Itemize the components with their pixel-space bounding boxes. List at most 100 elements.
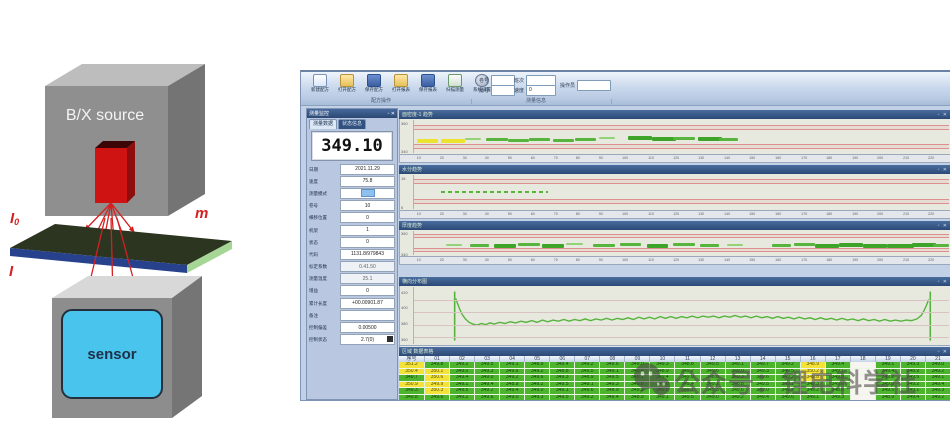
table-cell: 349.1	[801, 395, 826, 401]
charts-column: 面密度-1 趋势 ▫ ✕ 360340 10203040506070809010…	[399, 110, 950, 356]
table-header-controls[interactable]: ▫ ✕	[938, 349, 948, 355]
parameter-row: 测量温度25.1	[309, 273, 395, 285]
x-axis-tick-label: 20	[440, 212, 444, 217]
chart-plot-area[interactable]: 360340	[399, 230, 950, 257]
limit-line	[414, 199, 949, 200]
chart-plot-area[interactable]: 360340	[399, 119, 950, 155]
ok-data-dash	[518, 243, 539, 246]
parameter-value-field[interactable]	[340, 310, 395, 321]
table-cell: 349.2	[575, 395, 600, 401]
table-cell: 349.6	[525, 375, 550, 382]
chart-panel-thickness: 厚度趋势 ▫ ✕ 360340 102030405060708090100110…	[399, 221, 950, 265]
parameter-value-field[interactable]: 0.41.50	[340, 261, 395, 272]
chart-title: 厚度趋势	[402, 222, 422, 229]
x-axis-tick-label: 50	[508, 212, 512, 217]
emitter	[95, 141, 135, 203]
limit-line	[414, 179, 949, 180]
chart-header-controls[interactable]: ▫ ✕	[938, 167, 948, 173]
y-axis-label: 15	[401, 177, 405, 182]
parameter-value-field[interactable]: 25.1	[340, 273, 395, 284]
parameter-row: 控制状态2.7(0)	[309, 334, 395, 346]
x-axis-tick-label: 10	[417, 212, 421, 217]
parameter-value-field[interactable]: 0	[340, 285, 395, 296]
toolbar-button[interactable]: 打开配方	[334, 73, 360, 97]
table-cell: 349.2	[625, 388, 650, 395]
x-axis-tick-label: 10	[417, 156, 421, 161]
table-cell: 349.2	[876, 375, 901, 382]
table-cell: 348.9	[625, 395, 650, 401]
x-axis-tick-label: 210	[903, 156, 909, 161]
x-axis-tick-label: 210	[903, 212, 909, 217]
table-cell: 348.9	[500, 382, 525, 389]
y-axis-label: 420	[401, 291, 408, 296]
roll-number-input[interactable]	[491, 75, 515, 86]
chart-header-controls[interactable]: ▫ ✕	[938, 279, 948, 285]
parameter-value-field[interactable]: 1131.8/979843	[340, 249, 395, 260]
zone-data-table[interactable]: 序号01020304050607080910111213141516171819…	[399, 356, 950, 401]
table-cell: 349.0	[525, 388, 550, 395]
y-axis-label: 360	[401, 338, 408, 343]
chart-header-controls[interactable]: ▫ ✕	[938, 112, 948, 118]
table-cell: 349.4	[625, 369, 650, 376]
operator-input[interactable]	[577, 80, 611, 91]
x-axis-tick-label: 100	[622, 156, 628, 161]
table-cell: 349.4	[600, 395, 625, 401]
batch-number-input[interactable]	[491, 85, 515, 96]
table-cell: 348.8	[826, 388, 851, 395]
toolbar-button[interactable]: 保存配方	[361, 73, 387, 97]
x-axis-tick-label: 10	[417, 258, 421, 263]
x-axis-tick-label: 30	[462, 156, 466, 161]
table-header: 区域 数据表格 ▫ ✕	[399, 347, 950, 356]
speed-input[interactable]	[526, 85, 556, 96]
chart-title: 水分趋势	[402, 166, 422, 173]
disk-icon	[367, 74, 381, 87]
y-axis-label: 5	[401, 206, 403, 211]
parameter-value-field[interactable]	[340, 188, 395, 199]
table-cell: 349.4	[450, 375, 475, 382]
table-cell: 349.8	[399, 395, 425, 401]
table-cell: 349.5	[550, 382, 575, 389]
x-axis-tick-label: 220	[929, 212, 935, 217]
toolbar-button[interactable]: 扫描测量	[442, 73, 468, 97]
table-cell: 349.0	[826, 375, 851, 382]
parameter-label: 日期	[309, 166, 337, 172]
table-cell: 350.1	[425, 369, 450, 376]
panel-controls[interactable]: ▫ ✕	[388, 111, 395, 117]
chart-plot-area[interactable]: 420400380360	[399, 286, 950, 346]
parameter-value-field[interactable]: +00.00901.87	[340, 298, 395, 309]
parameter-value-field[interactable]: 10	[340, 200, 395, 211]
toolbar-button[interactable]: 新建配方	[307, 73, 333, 97]
parameter-label: 测量温度	[309, 276, 337, 282]
limit-line	[414, 144, 949, 145]
shift-input[interactable]	[526, 75, 556, 86]
chart-header: 水分趋势 ▫ ✕	[399, 165, 950, 174]
tab-status-info[interactable]: 状态信息	[338, 119, 366, 129]
chart-x-axis: 1020304050607080901001101201301401501601…	[399, 155, 950, 163]
table-cell: 348.9	[650, 369, 675, 376]
parameter-value-field[interactable]: 1	[340, 225, 395, 236]
toolbar-button[interactable]: 打开报表	[388, 73, 414, 97]
parameter-value-field[interactable]: 0	[340, 237, 395, 248]
chart-header-controls[interactable]: ▫ ✕	[938, 223, 948, 229]
chart-plot-area[interactable]: 15 5	[399, 174, 950, 211]
table-cell: 349.2	[776, 362, 801, 369]
ok-data-dash	[465, 138, 481, 140]
parameter-value-field[interactable]: 0	[340, 212, 395, 223]
table-cell: 349.6	[575, 388, 600, 395]
table-cell: 349.1	[726, 362, 751, 369]
chart-x-axis: 1020304050607080901001101201301401501601…	[399, 211, 950, 219]
table-cell: 349.3	[550, 375, 575, 382]
tab-measure-data[interactable]: 测量数据	[309, 119, 337, 129]
table-cell: 349.5	[475, 362, 500, 369]
parameter-value-field[interactable]: 0.00500	[340, 322, 395, 333]
x-axis-tick-label: 140	[724, 156, 730, 161]
toolbar-button[interactable]: 保存报表	[415, 73, 441, 97]
table-cell	[851, 382, 876, 389]
parameter-value-field[interactable]: 2021.11.29	[340, 164, 395, 175]
parameter-value-field[interactable]: 75.8	[340, 176, 395, 187]
table-cell: 349.5	[776, 369, 801, 376]
parameter-value-field[interactable]: 2.7(0)	[340, 334, 395, 345]
parameter-label: 测量模式	[309, 190, 337, 196]
x-axis-tick-label: 110	[648, 156, 654, 161]
y-axis-label: 380	[401, 322, 408, 327]
